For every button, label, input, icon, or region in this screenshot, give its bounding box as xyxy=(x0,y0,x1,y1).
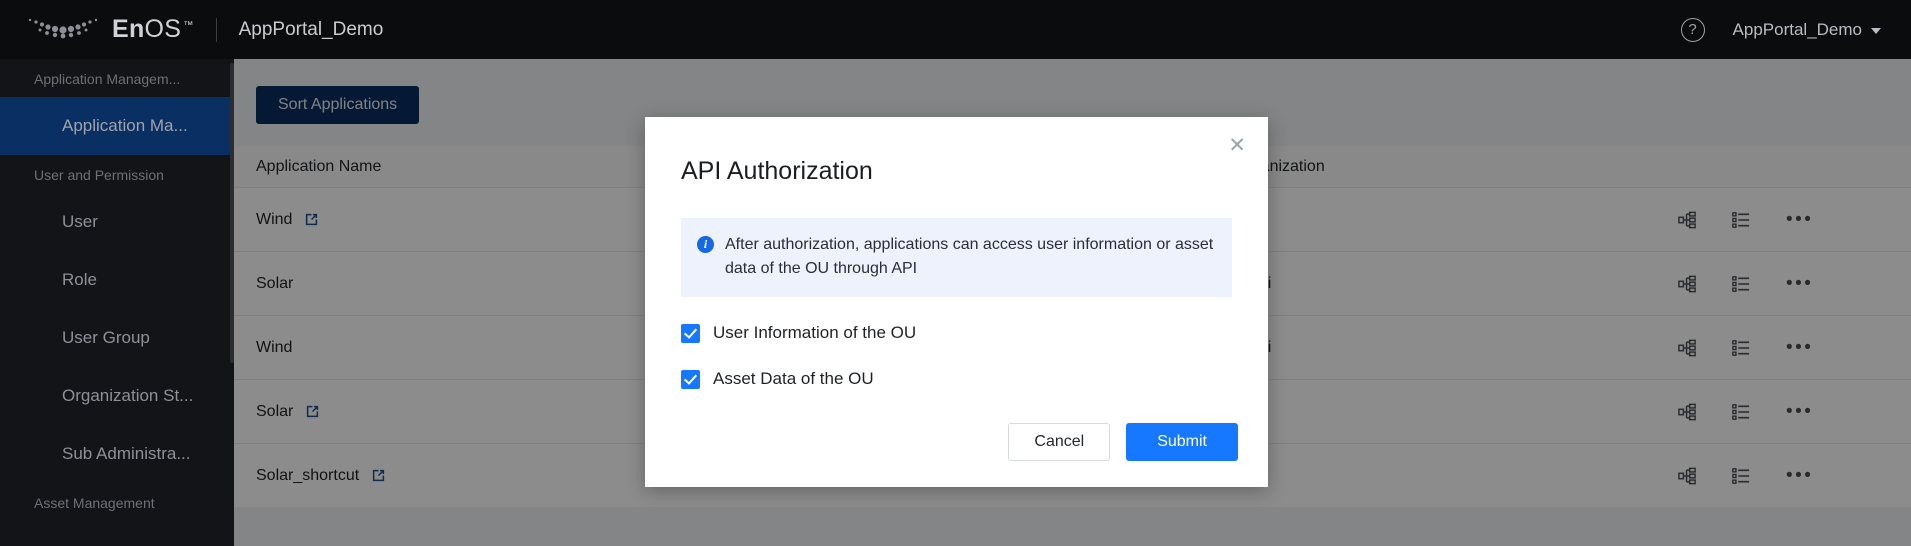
checkbox-label: User Information of the OU xyxy=(713,323,916,343)
sidebar-item-organization-structure[interactable]: Organization St... xyxy=(0,367,234,425)
chevron-down-icon xyxy=(1871,28,1881,34)
info-banner-text: After authorization, applications can ac… xyxy=(725,233,1216,281)
brand-divider xyxy=(216,18,217,42)
checkbox-checked-icon xyxy=(681,370,700,389)
sidebar-group-title: User and Permission xyxy=(0,155,234,193)
question-circle-icon[interactable]: ? xyxy=(1681,18,1705,42)
sidebar-item-label: Application Ma... xyxy=(62,116,188,136)
sidebar: Application Managem... Application Ma...… xyxy=(0,59,234,546)
sidebar-item-role[interactable]: Role xyxy=(0,251,234,309)
sidebar-group-title: Asset Management xyxy=(0,483,234,521)
sidebar-item-user[interactable]: User xyxy=(0,193,234,251)
sidebar-item-sub-administrator[interactable]: Sub Administra... xyxy=(0,425,234,483)
close-icon[interactable]: ✕ xyxy=(1228,135,1246,156)
checkbox-label: Asset Data of the OU xyxy=(713,369,874,389)
brand-wordmark: EnOS™ xyxy=(112,15,194,44)
checkbox-user-information[interactable]: User Information of the OU xyxy=(681,323,1268,343)
brand-group[interactable]: EnOS™ AppPortal_Demo xyxy=(0,13,383,47)
api-authorization-dialog: ✕ API Authorization i After authorizatio… xyxy=(645,117,1268,487)
cancel-button[interactable]: Cancel xyxy=(1008,423,1110,461)
enos-dots-logo xyxy=(26,13,104,47)
sidebar-item-label: Sub Administra... xyxy=(62,444,191,464)
sidebar-item-user-group[interactable]: User Group xyxy=(0,309,234,367)
checkbox-asset-data[interactable]: Asset Data of the OU xyxy=(681,369,1268,389)
app-title: AppPortal_Demo xyxy=(239,19,384,41)
user-menu[interactable]: AppPortal_Demo xyxy=(1733,20,1881,40)
sidebar-item-application-management[interactable]: Application Ma... xyxy=(0,97,234,155)
brand-suffix: OS xyxy=(145,15,182,44)
app-root: EnOS™ AppPortal_Demo ? AppPortal_Demo Ap… xyxy=(0,0,1911,546)
brand-prefix: En xyxy=(112,15,145,44)
submit-button[interactable]: Submit xyxy=(1126,423,1238,461)
user-menu-label: AppPortal_Demo xyxy=(1733,20,1862,40)
checkbox-checked-icon xyxy=(681,324,700,343)
info-circle-icon: i xyxy=(697,236,714,253)
sidebar-item-label: User xyxy=(62,212,98,232)
top-bar: EnOS™ AppPortal_Demo ? AppPortal_Demo xyxy=(0,0,1911,59)
sidebar-group-title: Application Managem... xyxy=(0,59,234,97)
sidebar-item-label: User Group xyxy=(62,328,150,348)
info-banner: i After authorization, applications can … xyxy=(681,218,1232,297)
top-bar-right: ? AppPortal_Demo xyxy=(1681,18,1911,42)
sidebar-item-label: Role xyxy=(62,270,97,290)
dialog-title: API Authorization xyxy=(645,117,1268,186)
brand-trademark: ™ xyxy=(183,20,193,31)
dialog-footer: Cancel Submit xyxy=(1008,423,1238,461)
sidebar-item-label: Organization St... xyxy=(62,386,193,406)
